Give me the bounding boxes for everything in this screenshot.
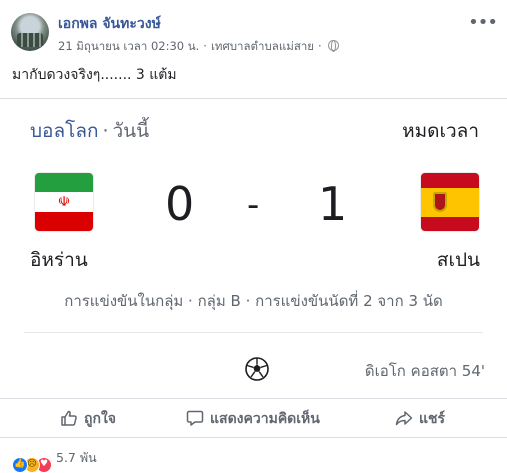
- match-status: หมดเวลา: [402, 120, 479, 142]
- score-separator: -: [247, 185, 260, 225]
- share-arrow-icon: [395, 411, 413, 426]
- iran-emblem-icon: ☫: [57, 193, 71, 210]
- post-header: เอกพล จันทะวงษ์ 21 มิถุนายน เวลา 02:30 น…: [0, 0, 507, 60]
- away-score: 1: [318, 177, 348, 231]
- like-button[interactable]: ถูกใจ: [60, 408, 116, 430]
- thumbs-up-icon: [61, 410, 77, 426]
- like-label: ถูกใจ: [84, 411, 116, 427]
- home-score: 0: [165, 177, 195, 231]
- comment-label: แสดงความคิดเห็น: [210, 411, 320, 427]
- post-text: มากับดวงจริงๆ....... 3 แต้ม: [12, 67, 177, 83]
- globe-icon[interactable]: [327, 40, 339, 52]
- soccer-ball-icon: [245, 357, 269, 381]
- share-label: แชร์: [419, 411, 446, 427]
- spain-coat-of-arms-icon: [433, 191, 447, 212]
- meta-separator: ·: [203, 39, 207, 53]
- match-card[interactable]: บอลโลก · วันนี้ หมดเวลา ☫ 0 - 1 อิหร่าน สเ…: [0, 98, 507, 398]
- reactions-summary[interactable]: 👍 ☹ ♥ 5.7 พัน: [12, 448, 97, 473]
- reaction-count[interactable]: 5.7 พัน: [56, 450, 97, 465]
- post-actions: ถูกใจ แสดงความคิดเห็น แชร์: [0, 398, 507, 438]
- competition-separator: ·: [102, 120, 109, 142]
- spain-flag-icon: [421, 173, 479, 231]
- more-options-icon[interactable]: •••: [468, 12, 498, 33]
- post-timestamp[interactable]: 21 มิถุนายน เวลา 02:30 น.: [58, 39, 199, 53]
- share-button[interactable]: แชร์: [395, 408, 445, 430]
- competition-line: บอลโลก · วันนี้: [30, 116, 149, 146]
- comment-button[interactable]: แสดงความคิดเห็น: [186, 408, 320, 430]
- card-divider: [24, 332, 483, 333]
- home-team-name[interactable]: อิหร่าน: [30, 245, 88, 275]
- match-stage: การแข่งขันในกลุ่ม · กลุ่ม B · การแข่งขัน…: [64, 292, 443, 310]
- match-day: วันนี้: [112, 120, 150, 142]
- like-reaction-icon: 👍: [12, 457, 28, 473]
- away-team-name[interactable]: สเปน: [437, 245, 480, 275]
- author-name[interactable]: เอกพล จันทะวงษ์: [58, 13, 161, 35]
- goal-scorer: ดิเอโก คอสตา 54': [364, 362, 485, 380]
- author-avatar[interactable]: [11, 13, 49, 51]
- competition-name[interactable]: บอลโลก: [30, 120, 98, 142]
- comment-icon: [186, 410, 204, 426]
- post-location[interactable]: เทศบาลตำบลแม่สาย: [211, 39, 314, 53]
- post-meta: 21 มิถุนายน เวลา 02:30 น. · เทศบาลตำบลแม่ส…: [58, 38, 339, 56]
- iran-flag-icon: ☫: [35, 173, 93, 231]
- meta-separator: ·: [318, 39, 322, 53]
